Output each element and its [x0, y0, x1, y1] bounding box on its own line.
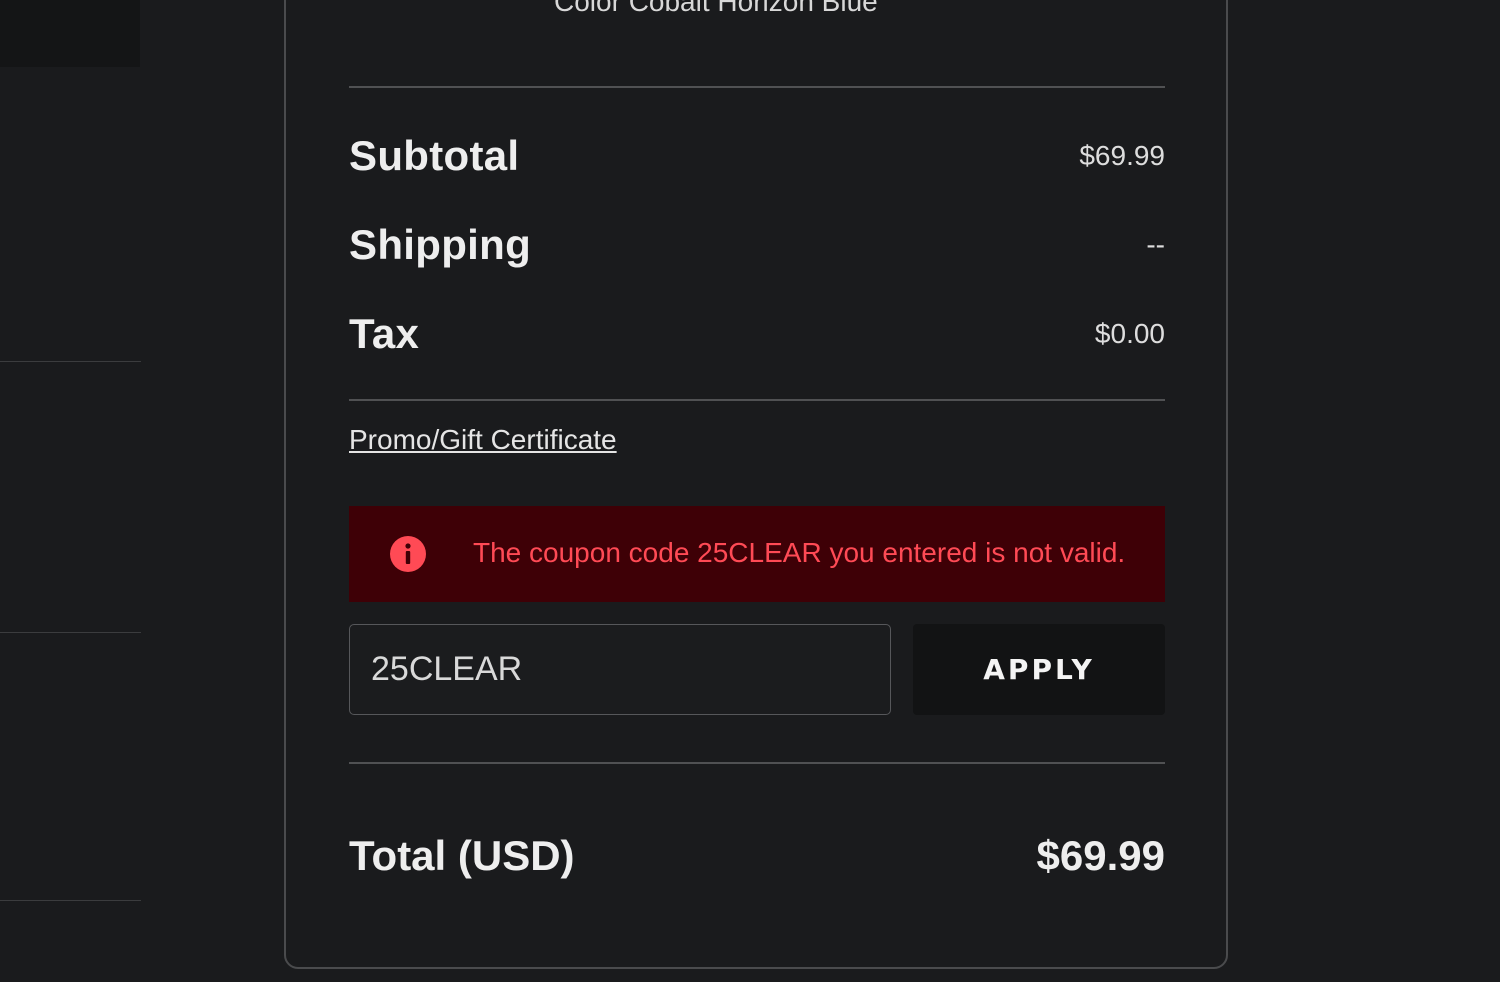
total-value: $69.99 — [1036, 832, 1165, 879]
sidebar-divider — [0, 900, 141, 901]
promo-gift-certificate-link[interactable]: Promo/Gift Certificate — [349, 424, 617, 456]
shipping-row: Shipping -- — [349, 215, 1165, 275]
shipping-value: -- — [1146, 229, 1165, 260]
shipping-label: Shipping — [349, 221, 532, 268]
coupon-code-input[interactable] — [349, 624, 891, 715]
checkout-page: Color Cobalt Horizon Blue Subtotal $69.9… — [0, 0, 1500, 982]
tax-label: Tax — [349, 310, 420, 357]
divider — [349, 762, 1165, 764]
coupon-error-alert: The coupon code 25CLEAR you entered is n… — [349, 506, 1165, 602]
sidebar-fragment — [0, 0, 140, 67]
sidebar-divider — [0, 361, 141, 362]
item-color-text: Color Cobalt Horizon Blue — [554, 0, 878, 17]
tax-value: $0.00 — [1094, 318, 1165, 349]
divider — [349, 86, 1165, 88]
subtotal-label: Subtotal — [349, 132, 520, 179]
coupon-error-message: The coupon code 25CLEAR you entered is n… — [473, 537, 1126, 568]
apply-coupon-button[interactable]: APPLY — [913, 624, 1165, 715]
subtotal-row: Subtotal $69.99 — [349, 126, 1165, 186]
divider — [349, 399, 1165, 401]
total-label: Total (USD) — [349, 832, 575, 879]
tax-row: Tax $0.00 — [349, 304, 1165, 364]
total-row: Total (USD) $69.99 — [349, 826, 1165, 886]
info-circle-icon — [390, 536, 426, 572]
sidebar-divider — [0, 632, 141, 633]
subtotal-value: $69.99 — [1079, 140, 1165, 171]
